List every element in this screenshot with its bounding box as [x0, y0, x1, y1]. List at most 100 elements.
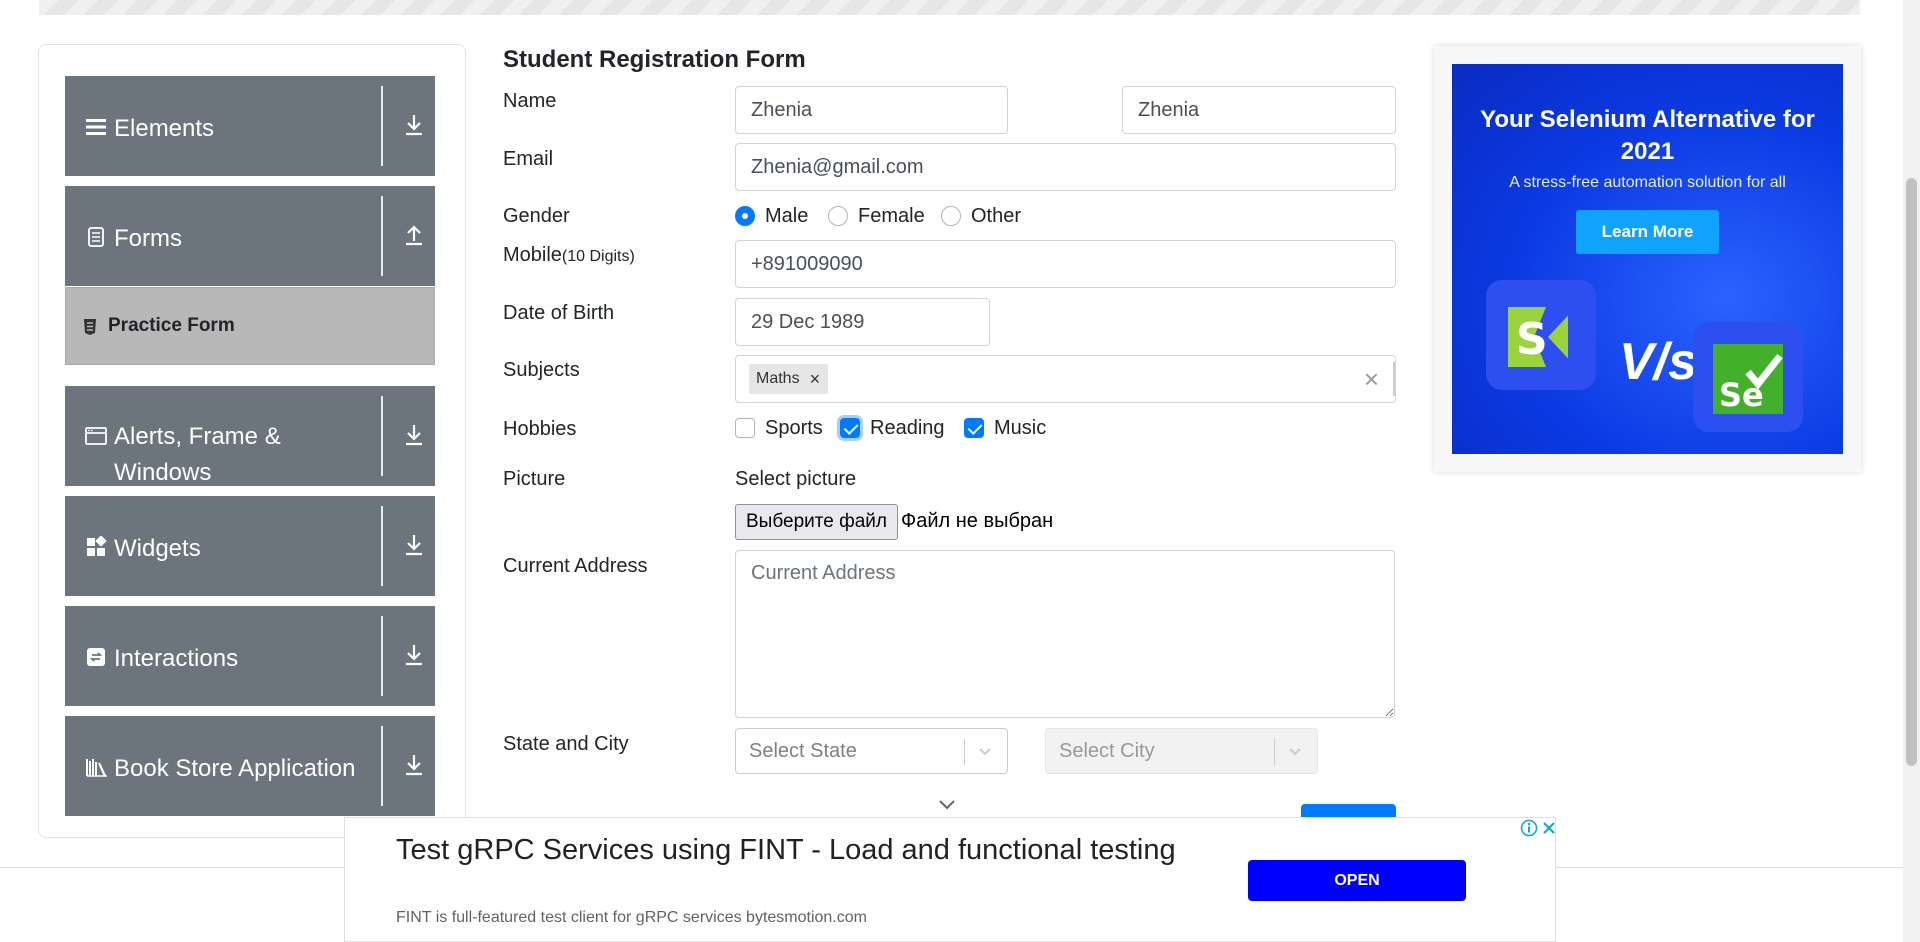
chevron-down-icon [979, 748, 991, 756]
sidebar-group-title: Interactions [114, 645, 239, 672]
subjects-input[interactable]: Maths × × [735, 355, 1396, 403]
ad-subtext: A stress-free automation solution for al… [1509, 174, 1786, 191]
ad-description: FINT is full-featured test client for gR… [396, 909, 867, 926]
state-city-label: State and City [503, 733, 629, 755]
divider [381, 196, 383, 276]
download-icon[interactable] [403, 422, 425, 448]
first-name-input[interactable]: Zhenia [735, 86, 1008, 134]
name-label: Name [503, 90, 557, 112]
email-input[interactable]: Zhenia@gmail.com [735, 143, 1396, 191]
divider [1393, 362, 1395, 396]
radio-button[interactable] [735, 206, 755, 226]
current-address-input[interactable] [735, 550, 1395, 718]
widgets-icon [87, 536, 107, 556]
scrollbar-thumb[interactable] [1906, 178, 1917, 766]
sidebar-group-alerts[interactable]: Alerts, Frame & Windows [65, 386, 435, 486]
sidebar-group-book-store[interactable]: Book Store Application [65, 716, 435, 816]
interactions-icon [87, 648, 105, 666]
sidebar-group-title: Widgets [114, 535, 201, 562]
page-title: Student Registration Form [503, 46, 806, 73]
ad-headline: Your Selenium Alternative for 2021 [1480, 106, 1815, 165]
gender-other-option[interactable]: Other [941, 202, 1021, 230]
radio-label: Male [765, 204, 809, 227]
sidebar-group-elements[interactable]: Elements [65, 76, 435, 176]
choose-file-button[interactable]: Выберите файл [735, 504, 898, 540]
address-label: Current Address [503, 555, 648, 577]
gender-female-option[interactable]: Female [828, 202, 925, 230]
divider [381, 396, 383, 476]
sidebar-group-title: Elements [114, 115, 215, 142]
checkbox[interactable] [735, 418, 755, 438]
divider [381, 86, 383, 166]
select-picture-label: Select picture [735, 468, 857, 490]
divider [381, 616, 383, 696]
radio-button[interactable] [941, 206, 961, 226]
checkbox[interactable] [840, 418, 860, 438]
chevron-down-icon [1289, 748, 1301, 756]
hobby-music-option[interactable]: Music [964, 414, 1046, 442]
sidebar-group-title: Alerts, Frame & Windows [114, 423, 281, 486]
radio-label: Other [971, 204, 1022, 227]
download-icon[interactable] [403, 532, 425, 558]
versus-text: V/s [1619, 333, 1698, 391]
last-name-input[interactable]: Zhenia [1122, 86, 1396, 134]
info-icon[interactable] [1520, 819, 1538, 837]
ad-banner[interactable]: Your Selenium Alternative for 2021 A str… [1452, 64, 1843, 454]
state-select[interactable]: Select State [735, 728, 1008, 774]
download-icon[interactable] [403, 752, 425, 778]
open-ad-button[interactable]: OPEN [1248, 860, 1466, 901]
header-banner-strip [39, 0, 1860, 15]
radio-button[interactable] [828, 206, 848, 226]
window-icon [85, 427, 107, 445]
selenium-logo-icon: Se [1693, 322, 1803, 432]
sidebar-group-title: Forms [114, 225, 182, 252]
email-label: Email [503, 148, 554, 170]
sidebar-item-label: Practice Form [108, 315, 235, 336]
sidebar-item-practice-form[interactable]: Practice Form [65, 287, 435, 365]
state-select-placeholder: Select State [749, 740, 857, 762]
svg-text:Se: Se [1719, 376, 1764, 414]
divider [964, 739, 965, 765]
learn-more-button[interactable]: Learn More [1576, 210, 1719, 254]
close-icon[interactable] [1540, 819, 1558, 837]
hobby-sports-option[interactable]: Sports [735, 414, 823, 442]
svg-text:S: S [1516, 314, 1548, 365]
gender-radio-group: Male Female Other [735, 202, 1235, 230]
mobile-input[interactable]: +891009090 [735, 240, 1396, 288]
date-of-birth-input[interactable]: 29 Dec 1989 [735, 298, 990, 346]
sidebar-group-widgets[interactable]: Widgets [65, 496, 435, 596]
chip-remove-icon[interactable]: × [806, 356, 829, 402]
gender-male-option[interactable]: Male [735, 202, 808, 230]
checkbox-label: Sports [765, 416, 823, 439]
menu-icon [86, 119, 106, 135]
sidebar-group-title: Book Store Application [114, 755, 356, 782]
hobbies-checkbox-group: Sports Reading Music [735, 414, 1135, 442]
sidebar-group-interactions[interactable]: Interactions [65, 606, 435, 706]
clear-icon[interactable]: × [1364, 356, 1379, 402]
subject-chip-label: Maths [756, 370, 800, 387]
checkbox-label: Reading [870, 416, 945, 439]
subject-chip: Maths × [749, 364, 829, 394]
form-icon [84, 319, 96, 335]
hobbies-label: Hobbies [503, 418, 577, 440]
checkbox[interactable] [964, 418, 984, 438]
download-icon[interactable] [403, 642, 425, 668]
mobile-label-text: Mobile [503, 244, 562, 266]
katalon-logo-icon: S [1486, 280, 1596, 390]
ad-title[interactable]: Test gRPC Services using FINT - Load and… [396, 830, 1186, 870]
mobile-label: Mobile(10 Digits) [503, 244, 635, 267]
city-select-placeholder: Select City [1059, 740, 1155, 762]
advertisement-right[interactable]: Your Selenium Alternative for 2021 A str… [1434, 46, 1861, 472]
download-icon[interactable] [403, 112, 425, 138]
file-status-text: Файл не выбран [901, 510, 1054, 532]
radio-label: Female [858, 204, 925, 227]
sidebar-group-forms[interactable]: Forms [65, 186, 435, 286]
chevron-down-icon[interactable] [937, 798, 957, 812]
mobile-hint: (10 Digits) [561, 248, 635, 265]
upload-icon[interactable] [403, 222, 425, 248]
city-select[interactable]: Select City [1045, 728, 1318, 774]
divider [381, 506, 383, 586]
hobby-reading-option[interactable]: Reading [840, 414, 945, 442]
advertisement-bottom[interactable]: Test gRPC Services using FINT - Load and… [344, 817, 1556, 942]
submit-button[interactable] [1301, 804, 1396, 818]
